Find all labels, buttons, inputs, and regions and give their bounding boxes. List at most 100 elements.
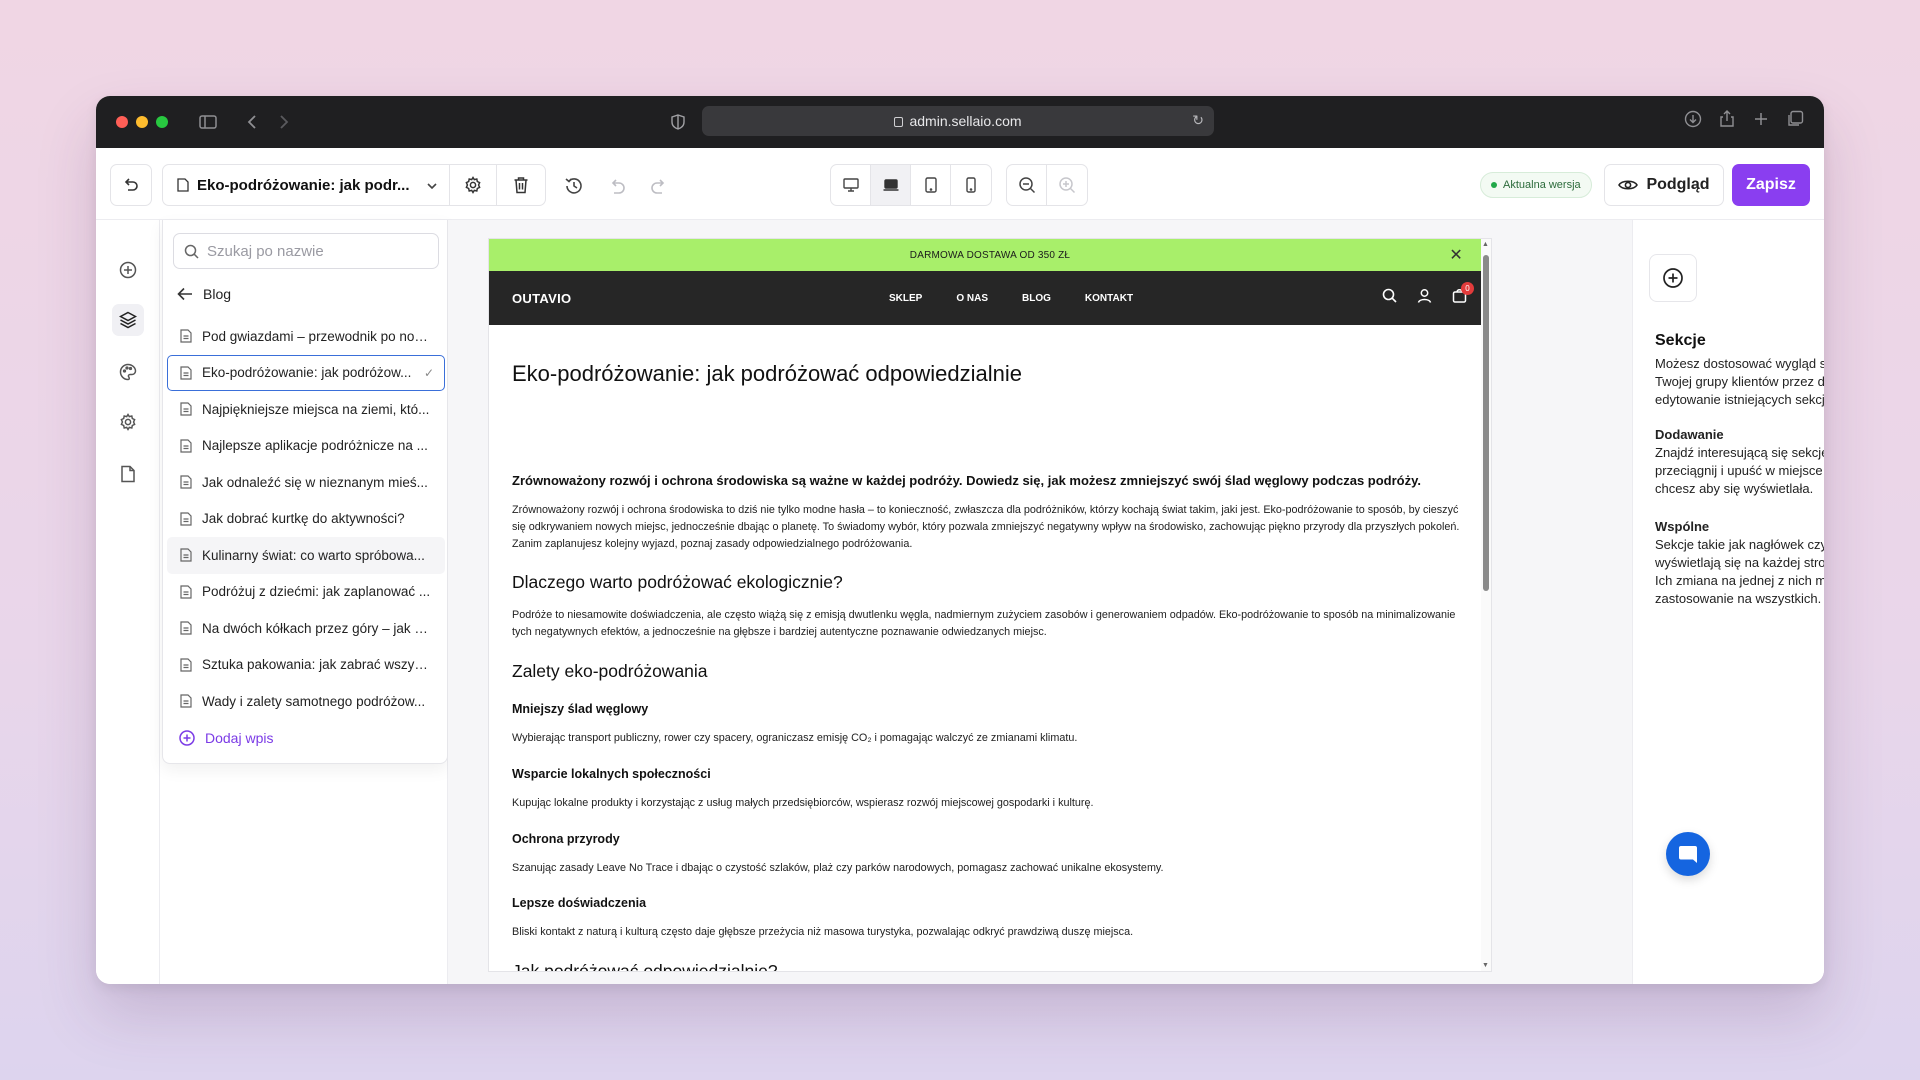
menu-item-contact[interactable]: KONTAKT	[1085, 293, 1133, 304]
list-item-label: Sztuka pakowania: jak zabrać wszys...	[202, 657, 432, 673]
laptop-view-button[interactable]	[871, 165, 911, 205]
add-post-button[interactable]: Dodaj wpis	[167, 720, 445, 756]
shared-help: Wspólne Sekcje takie jak nagłówek czy st…	[1655, 518, 1824, 608]
search-icon[interactable]	[1382, 288, 1397, 308]
list-item-selected[interactable]: Eko-podróżowanie: jak podróżow... ✓	[167, 354, 445, 391]
current-page-title: Eko-podróżowanie: jak podr...	[197, 176, 410, 194]
article-subheading[interactable]: Wsparcie lokalnych społeczności	[512, 767, 1467, 781]
site-logo[interactable]: OUTAVIO	[512, 291, 571, 306]
menu-item-shop[interactable]: SKLEP	[889, 293, 922, 304]
site-preview[interactable]: DARMOWA DOSTAWA OD 350 ZŁ ✕ OUTAVIO SKLE…	[488, 238, 1492, 972]
zoom-out-icon	[1018, 177, 1035, 194]
zoom-out-button[interactable]	[1007, 165, 1047, 205]
article-subheading[interactable]: Lepsze doświadczenia	[512, 896, 1467, 910]
pages-button[interactable]	[112, 458, 144, 490]
adding-title: Dodawanie	[1655, 427, 1724, 442]
back-icon[interactable]	[240, 110, 264, 134]
list-item[interactable]: Na dwóch kółkach przez góry – jak p...	[167, 610, 445, 647]
sidebar-toggle-icon[interactable]	[196, 110, 220, 134]
close-icon[interactable]: ✕	[1449, 245, 1463, 265]
reload-icon[interactable]: ↻	[1192, 112, 1204, 129]
add-section-tile[interactable]	[1649, 254, 1697, 302]
list-item[interactable]: Jak odnaleźć się w nieznanym mieś...	[167, 464, 445, 501]
privacy-shield-icon[interactable]	[666, 110, 690, 134]
adding-text: Znajdź interesującą się sekcję. Kliknij,…	[1655, 445, 1824, 496]
list-item[interactable]: Wady i zalety samotnego podróżow...	[167, 683, 445, 720]
list-item[interactable]: Jak dobrać kurtkę do aktywności?	[167, 501, 445, 538]
menu-item-blog[interactable]: BLOG	[1022, 293, 1051, 304]
browser-actions	[1684, 110, 1804, 133]
settings-button[interactable]	[112, 406, 144, 438]
article-lead[interactable]: Zrównoważony rozwój i ochrona środowiska…	[512, 473, 1467, 488]
article-subheading[interactable]: Ochrona przyrody	[512, 832, 1467, 846]
article-heading[interactable]: Jak podróżować odpowiedzialnie?	[512, 961, 1467, 971]
list-item[interactable]: Podróżuj z dziećmi: jak zaplanować ...	[167, 574, 445, 611]
scroll-up-arrow-icon[interactable]: ▲	[1482, 241, 1489, 248]
page-search-input[interactable]	[207, 242, 427, 260]
list-item[interactable]: Najpiękniejsze miejsca na ziemi, któ...	[167, 391, 445, 428]
save-button[interactable]: Zapisz	[1732, 164, 1810, 206]
article-heading[interactable]: Dlaczego warto podróżować ekologicznie?	[512, 572, 1467, 593]
article-heading[interactable]: Zalety eko-podróżowania	[512, 661, 1467, 682]
scrollbar-thumb[interactable]	[1483, 255, 1489, 591]
tabs-overview-icon[interactable]	[1786, 110, 1804, 133]
user-icon[interactable]	[1417, 288, 1432, 308]
article-title[interactable]: Eko-podróżowanie: jak podróżować odpowie…	[512, 361, 1467, 387]
check-icon: ✓	[423, 365, 434, 380]
list-item[interactable]: Najlepsze aplikacje podróżnicze na ...	[167, 428, 445, 465]
delete-page-button[interactable]	[497, 165, 545, 205]
article-paragraph[interactable]: Zrównoważony rozwój i ochrona środowiska…	[512, 502, 1467, 552]
list-item-label: Pod gwiazdami – przewodnik po noc...	[202, 328, 432, 344]
tablet-view-button[interactable]	[911, 165, 951, 205]
document-icon	[180, 329, 192, 343]
site-menu: SKLEP O NAS BLOG KONTAKT	[889, 293, 1133, 304]
close-window-button[interactable]	[116, 116, 128, 128]
scroll-down-arrow-icon[interactable]: ▼	[1482, 962, 1489, 969]
minimize-window-button[interactable]	[136, 116, 148, 128]
browser-window: admin.sellaio.com ↻ Eko-podróżowanie: ja…	[96, 96, 1824, 984]
site-header[interactable]: OUTAVIO SKLEP O NAS BLOG KONTAKT 0	[489, 271, 1491, 325]
desktop-view-button[interactable]	[831, 165, 871, 205]
article-paragraph[interactable]: Kupując lokalne produkty i korzystając z…	[512, 795, 1467, 812]
article-paragraph[interactable]: Podróże to niesamowite doświadczenia, al…	[512, 607, 1467, 641]
layers-button[interactable]	[112, 304, 144, 336]
article-paragraph[interactable]: Wybierając transport publiczny, rower cz…	[512, 730, 1467, 747]
exit-editor-button[interactable]	[110, 164, 152, 206]
new-tab-icon[interactable]	[1752, 110, 1770, 133]
page-select-dropdown[interactable]: Eko-podróżowanie: jak podr...	[163, 165, 450, 205]
mobile-view-button[interactable]	[951, 165, 991, 205]
list-item[interactable]: Pod gwiazdami – przewodnik po noc...	[167, 318, 445, 355]
menu-item-about[interactable]: O NAS	[956, 293, 988, 304]
trash-icon	[514, 177, 528, 194]
add-section-button[interactable]	[112, 254, 144, 286]
redo-icon[interactable]	[650, 178, 668, 199]
undo-icon[interactable]	[608, 178, 626, 199]
zoom-in-button[interactable]	[1047, 165, 1087, 205]
promo-bar[interactable]: DARMOWA DOSTAWA OD 350 ZŁ ✕	[489, 239, 1491, 271]
preview-button[interactable]: Podgląd	[1604, 164, 1724, 206]
gear-icon	[465, 176, 481, 194]
article-paragraph[interactable]: Bliski kontakt z naturą i kulturą często…	[512, 924, 1467, 941]
list-item[interactable]: Sztuka pakowania: jak zabrać wszys...	[167, 647, 445, 684]
page-search-box[interactable]	[173, 233, 439, 269]
list-item-label: Jak odnaleźć się w nieznanym mieś...	[202, 474, 428, 490]
pages-dropdown: Blog Pod gwiazdami – przewodnik po noc..…	[162, 220, 448, 764]
theme-button[interactable]	[112, 356, 144, 388]
layers-icon	[119, 311, 137, 329]
zoom-window-button[interactable]	[156, 116, 168, 128]
history-icon[interactable]	[564, 176, 584, 201]
version-status-badge[interactable]: Aktualna wersja	[1480, 172, 1592, 198]
article-paragraph[interactable]: Szanując zasady Leave No Trace i dbając …	[512, 860, 1467, 877]
forward-icon[interactable]	[272, 110, 296, 134]
article-subheading[interactable]: Mniejszy ślad węglowy	[512, 702, 1467, 716]
list-item[interactable]: Kulinarny świat: co warto spróbowa...	[167, 537, 445, 574]
share-icon[interactable]	[1718, 110, 1736, 133]
chat-button[interactable]	[1666, 832, 1710, 876]
cart-icon[interactable]: 0	[1452, 282, 1474, 308]
address-bar[interactable]: admin.sellaio.com ↻	[702, 106, 1214, 136]
preview-scrollbar[interactable]: ▲ ▼	[1481, 239, 1491, 971]
page-settings-button[interactable]	[450, 165, 498, 205]
download-icon[interactable]	[1684, 110, 1702, 133]
sections-help-panel: Sekcje Możesz dostosować wygląd sklepu d…	[1632, 220, 1824, 984]
back-to-blog[interactable]: Blog	[177, 282, 231, 306]
